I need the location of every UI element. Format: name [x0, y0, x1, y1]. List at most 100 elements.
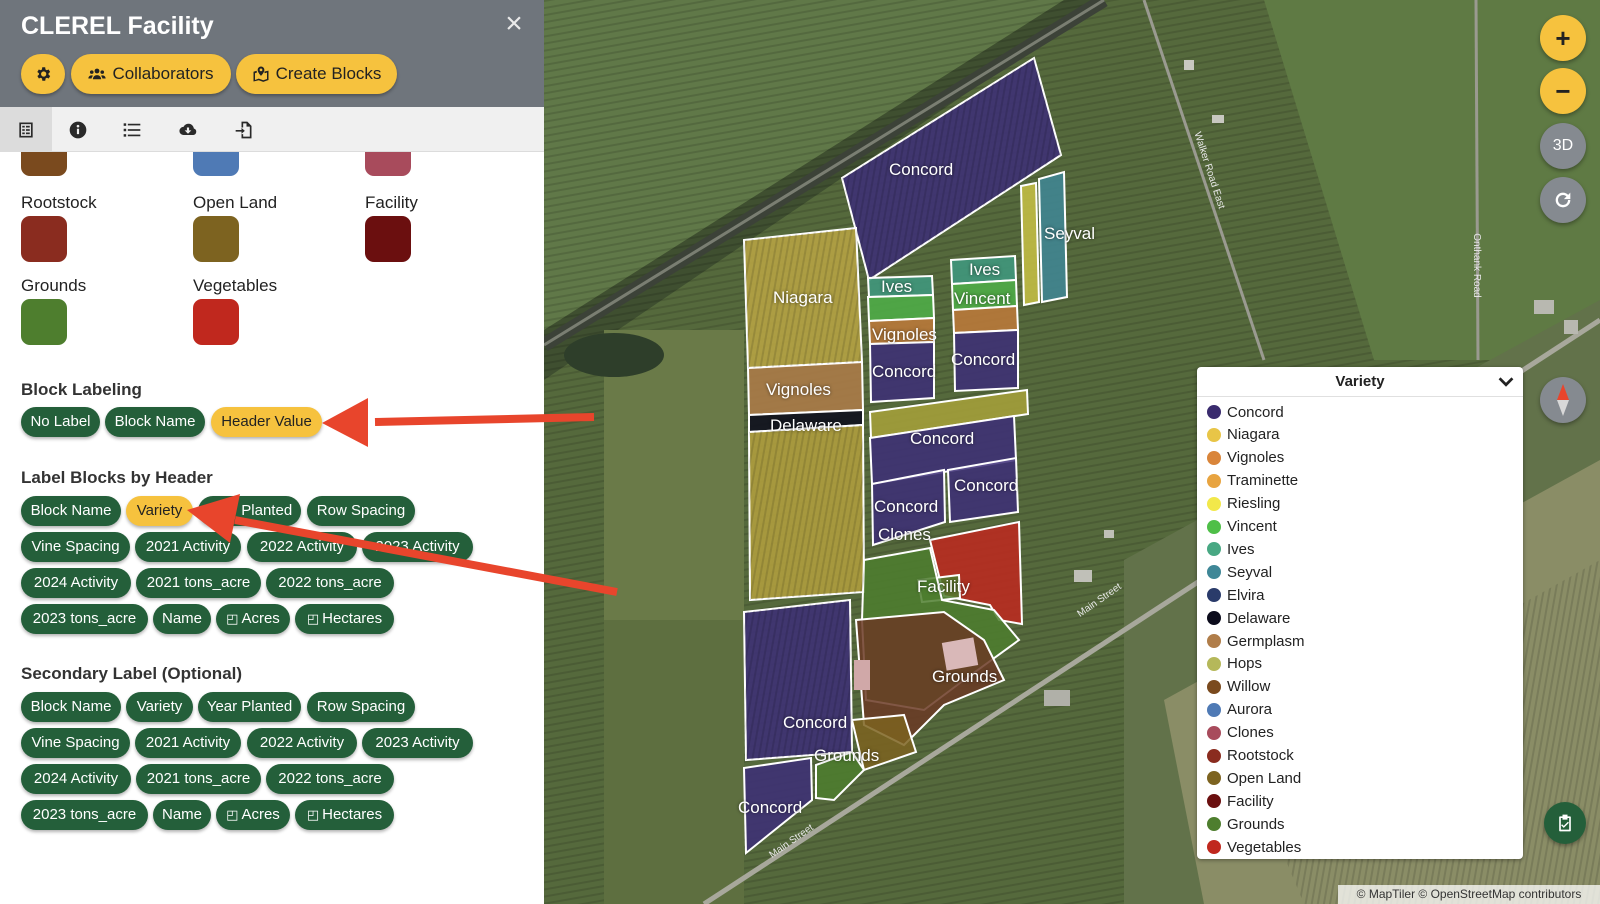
- legend-item-label: Concord: [1227, 403, 1284, 421]
- side-panel: CLEREL Facility × Collaborators Create B…: [0, 0, 544, 904]
- chip-secondary-name[interactable]: Name: [153, 800, 211, 830]
- panel-body: Rootstock Open Land Facility Grounds Veg…: [0, 152, 544, 904]
- chip-header-2021-activity[interactable]: 2021 Activity: [135, 532, 241, 562]
- legend-color-dot: [1207, 542, 1221, 557]
- block-label: Concord: [951, 350, 1016, 369]
- chip-header-2022-tons-acre[interactable]: 2022 tons_acre: [266, 568, 394, 598]
- chevron-down-icon[interactable]: [1495, 371, 1517, 393]
- block-label: Concord: [738, 798, 803, 817]
- legend-item-label: Elvira: [1227, 586, 1265, 604]
- legend-item-label: Open Land: [1227, 769, 1302, 787]
- chip-secondary-year-planted[interactable]: Year Planted: [198, 692, 301, 722]
- tab-download[interactable]: [162, 107, 214, 152]
- chip-header-variety[interactable]: Variety: [126, 496, 193, 526]
- swatch-clones: [365, 152, 411, 176]
- block-label: Concord: [954, 476, 1019, 495]
- chip-secondary-vine-spacing[interactable]: Vine Spacing: [21, 728, 130, 758]
- legend-item-label: Vignoles: [1227, 449, 1285, 467]
- swatch-vegetables: [193, 299, 239, 345]
- ruler-icon: ◰: [306, 611, 320, 626]
- secondary-label-title: Secondary Label (Optional): [21, 664, 243, 683]
- block-label: Concord: [783, 713, 848, 732]
- legend-item-label: Vincent: [1227, 518, 1277, 535]
- chip-secondary-row-spacing[interactable]: Row Spacing: [307, 692, 415, 722]
- swatch-label: Rootstock: [21, 193, 97, 212]
- block-label: Ives: [881, 277, 913, 296]
- legend-item-label: Riesling: [1227, 495, 1281, 513]
- create-blocks-button[interactable]: Create Blocks: [236, 54, 397, 94]
- swatch-label: Grounds: [21, 276, 87, 295]
- chip-secondary-2021-activity[interactable]: 2021 Activity: [135, 728, 241, 758]
- swatch-rootstock: [21, 216, 67, 262]
- reset-rotation-button[interactable]: [1540, 177, 1586, 223]
- chip-header-block-name[interactable]: Block Name: [21, 496, 121, 526]
- chip-label: Hectares: [322, 806, 383, 823]
- chip-header-hectares[interactable]: ◰ Hectares: [295, 604, 394, 634]
- collaborators-button[interactable]: Collaborators: [71, 54, 231, 94]
- ruler-icon: ◰: [226, 611, 239, 626]
- legend-item: Facility: [1207, 790, 1274, 812]
- users-icon: [88, 68, 107, 80]
- chip-secondary-hectares[interactable]: ◰ Hectares: [295, 800, 394, 830]
- chip-no-label[interactable]: No Label: [21, 407, 100, 437]
- chip-header-vine-spacing[interactable]: Vine Spacing: [21, 532, 130, 562]
- legend-item-label: Clones: [1227, 724, 1274, 742]
- legend-color-dot: [1207, 496, 1221, 511]
- zoom-out-button[interactable]: −: [1540, 68, 1586, 114]
- label-by-header-title: Label Blocks by Header: [21, 468, 213, 487]
- chip-header-acres[interactable]: ◰ Acres: [216, 604, 290, 634]
- legend-item-label: Seyval: [1227, 563, 1273, 581]
- legend-item: Hops: [1207, 653, 1262, 675]
- gear-icon: [37, 67, 51, 81]
- ruler-icon: ◰: [306, 807, 320, 822]
- clipboard-button[interactable]: [1544, 802, 1586, 844]
- cloud-download-icon: [179, 123, 197, 135]
- map-location-icon: [253, 66, 269, 82]
- rotate-icon: [1555, 192, 1571, 208]
- chip-block-name[interactable]: Block Name: [105, 407, 205, 437]
- chip-secondary-block-name[interactable]: Block Name: [21, 692, 121, 722]
- chip-secondary-2022-activity[interactable]: 2022 Activity: [247, 728, 357, 758]
- chip-secondary-variety[interactable]: Variety: [126, 692, 193, 722]
- chip-secondary-2024-activity[interactable]: 2024 Activity: [21, 764, 131, 794]
- chip-header-year-planted[interactable]: Year Planted: [198, 496, 301, 526]
- 3d-view-button[interactable]: 3D: [1540, 123, 1586, 169]
- map-view[interactable]: Concord Seyval Niagara Ives Ives Vincent…: [544, 0, 1600, 904]
- legend-color-dot: [1207, 794, 1221, 809]
- tab-import[interactable]: [218, 107, 270, 152]
- legend-item: Willow: [1207, 676, 1270, 698]
- chip-secondary-2023-activity[interactable]: 2023 Activity: [362, 728, 473, 758]
- tab-legend[interactable]: [0, 107, 52, 152]
- chip-header-value[interactable]: Header Value: [211, 407, 322, 437]
- chip-header-row-spacing[interactable]: Row Spacing: [307, 496, 415, 526]
- block-labeling-title: Block Labeling: [21, 380, 142, 399]
- chip-header-2024-activity[interactable]: 2024 Activity: [21, 568, 131, 598]
- legend-item-label: Delaware: [1227, 609, 1291, 627]
- chip-secondary-2023-tons-acre[interactable]: 2023 tons_acre: [21, 800, 148, 830]
- chip-header-2022-activity[interactable]: 2022 Activity: [247, 532, 357, 562]
- chip-header-2021-tons-acre[interactable]: 2021 tons_acre: [136, 568, 261, 598]
- zoom-in-button[interactable]: +: [1540, 15, 1586, 61]
- chip-header-2023-tons-acre[interactable]: 2023 tons_acre: [21, 604, 148, 634]
- tab-list[interactable]: [106, 107, 158, 152]
- tab-info[interactable]: [52, 107, 104, 152]
- chip-label: Hectares: [322, 610, 383, 627]
- clipboard-check-icon: [1559, 814, 1571, 832]
- compass-button[interactable]: [1540, 377, 1586, 423]
- chip-secondary-2021-tons-acre[interactable]: 2021 tons_acre: [136, 764, 261, 794]
- compass-icon: [1557, 384, 1569, 416]
- chip-header-2023-activity[interactable]: 2023 Activity: [362, 532, 473, 562]
- block-label: Concord: [874, 497, 939, 516]
- legend-divider: [1197, 396, 1523, 397]
- legend-item: Concord: [1207, 401, 1284, 423]
- settings-button[interactable]: [21, 54, 65, 94]
- chip-secondary-acres[interactable]: ◰ Acres: [216, 800, 290, 830]
- legend-color-dot: [1207, 427, 1221, 442]
- legend-color-dot: [1207, 656, 1221, 671]
- legend-item: Ives: [1207, 538, 1255, 560]
- close-icon[interactable]: ×: [498, 8, 530, 40]
- legend-item-label: Traminette: [1227, 472, 1299, 490]
- chip-header-name[interactable]: Name: [153, 604, 211, 634]
- chip-secondary-2022-tons-acre[interactable]: 2022 tons_acre: [266, 764, 394, 794]
- block-label: Ives: [969, 260, 1001, 279]
